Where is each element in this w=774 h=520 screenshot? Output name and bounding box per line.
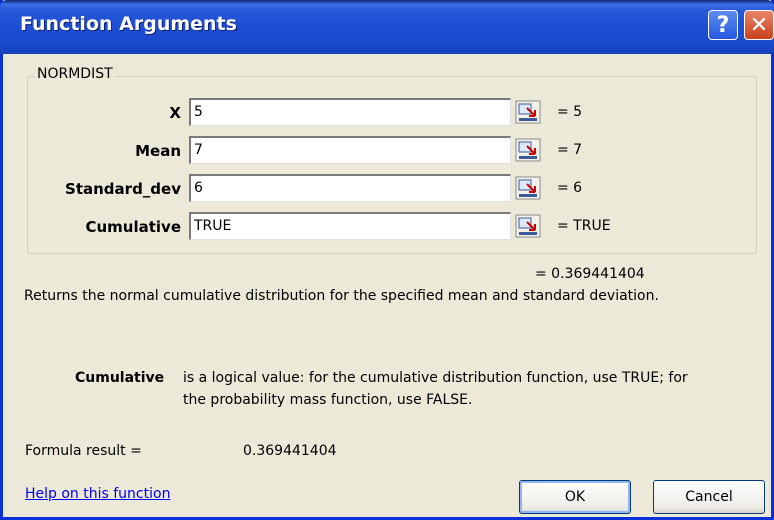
function-description: Returns the normal cumulative distributi…	[24, 288, 659, 304]
cancel-button[interactable]: Cancel	[653, 480, 765, 514]
arg-input-x[interactable]: 5	[189, 98, 511, 126]
collapse-dialog-icon[interactable]	[515, 214, 541, 238]
arg-help-text-line2: the probability mass function, use FALSE…	[183, 392, 473, 408]
title-bar[interactable]: Function Arguments ? ✕	[0, 0, 774, 54]
arg-input-standard-dev[interactable]: 6	[189, 174, 511, 202]
arg-result-standard-dev: = 6	[557, 180, 583, 196]
arg-help-text-line1: is a logical value: for the cumulative d…	[183, 370, 688, 386]
collapse-dialog-icon[interactable]	[515, 138, 541, 162]
arg-help-name: Cumulative	[75, 370, 165, 386]
window-title: Function Arguments	[20, 13, 237, 35]
function-name-label: NORMDIST	[35, 66, 115, 82]
arg-label-cumulative: Cumulative	[85, 218, 181, 236]
arg-label-mean: Mean	[135, 142, 181, 160]
arg-label-x: X	[169, 104, 181, 122]
collapse-dialog-icon[interactable]	[515, 176, 541, 200]
formula-result-value: 0.369441404	[243, 443, 337, 459]
function-result-line: = 0.369441404	[535, 266, 645, 282]
function-arguments-dialog: Function Arguments ? ✕ NORMDIST X 5 = 5 …	[0, 0, 774, 520]
arg-input-mean[interactable]: 7	[189, 136, 511, 164]
help-question-icon[interactable]: ?	[708, 10, 738, 40]
help-on-function-link[interactable]: Help on this function	[25, 486, 170, 502]
arg-result-x: = 5	[557, 104, 583, 120]
formula-result-label: Formula result =	[25, 443, 142, 459]
arg-label-standard-dev: Standard_dev	[65, 180, 181, 198]
close-x-icon[interactable]: ✕	[744, 10, 774, 40]
ok-button[interactable]: OK	[519, 480, 631, 514]
arg-result-cumulative: = TRUE	[557, 218, 611, 234]
arg-result-mean: = 7	[557, 142, 583, 158]
collapse-dialog-icon[interactable]	[515, 100, 541, 124]
arg-input-cumulative[interactable]: TRUE	[189, 212, 511, 240]
